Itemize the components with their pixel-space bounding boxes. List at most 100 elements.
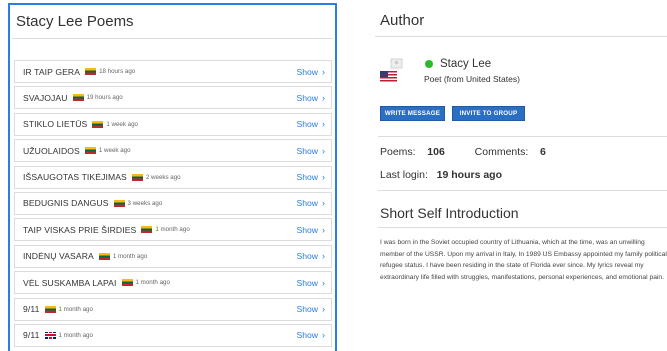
intro-text: I was born in the Soviet occupied countr… [380, 239, 667, 282]
uk-flag-icon [44, 331, 56, 339]
poem-time: 1 week ago [98, 147, 131, 155]
show-label: Show [296, 119, 319, 130]
divider [378, 190, 667, 191]
chevron-right-icon: › [322, 119, 325, 130]
comments-label: Comments: [474, 146, 529, 158]
chevron-right-icon: › [322, 330, 325, 341]
show-button[interactable]: Show › [297, 172, 326, 182]
poem-time: 1 month ago [58, 305, 93, 313]
lithuania-flag-icon [121, 279, 133, 287]
poem-time: 2 weeks ago [145, 173, 181, 181]
poem-title[interactable]: BEDUGNIS DANGUS [23, 198, 109, 208]
author-card: Stacy Lee Poet (from United States) [380, 58, 665, 90]
avatar-placeholder-icon[interactable] [390, 58, 403, 69]
show-button[interactable]: Show › [297, 330, 326, 340]
author-panel: Author Stacy Lee Poet (from United State… [375, 0, 667, 351]
poem-time: 1 week ago [106, 120, 138, 128]
write-message-button[interactable]: WRITE MESSAGE [380, 106, 445, 121]
poems-label: Poems: [380, 146, 416, 158]
intro-heading: Short Self Introduction [380, 205, 519, 221]
chevron-right-icon: › [322, 251, 325, 262]
author-heading: Author [375, 0, 667, 37]
poem-time: 19 hours ago [86, 94, 123, 102]
last-login-label: Last login: [380, 169, 428, 181]
lithuania-flag-icon [84, 147, 96, 155]
poems-panel: Stacy Lee Poems IR TAIP GERA 18 hours ago… [8, 3, 337, 351]
lithuania-flag-icon [85, 68, 97, 75]
author-subtitle: Poet (from United States) [424, 74, 520, 84]
poem-time: 1 month ago [58, 331, 93, 339]
poem-title[interactable]: IŠSAUGOTAS TIKĖJIMAS [23, 172, 127, 182]
chevron-right-icon: › [322, 172, 325, 183]
poem-comment-stats: Poems: 106 Comments: 6 [380, 146, 546, 158]
show-button[interactable]: Show › [297, 225, 326, 235]
author-name[interactable]: Stacy Lee [440, 58, 491, 70]
poem-title[interactable]: 9/11 [23, 330, 40, 340]
lithuania-flag-icon [44, 305, 56, 313]
poem-row[interactable]: UŽUOLAIDOS 1 week ago Show › [14, 139, 332, 163]
chevron-right-icon: › [322, 66, 325, 77]
show-button[interactable]: Show › [297, 146, 326, 156]
chevron-right-icon: › [322, 198, 325, 209]
poem-title[interactable]: IR TAIP GERA [23, 67, 80, 77]
show-label: Show [296, 172, 319, 183]
online-status-icon [425, 60, 433, 68]
poem-time: 1 month ago [155, 226, 190, 234]
lithuania-flag-icon [98, 252, 110, 260]
divider [378, 136, 667, 137]
poem-row[interactable]: 9/11 1 month ago Show › [14, 323, 332, 347]
us-flag-icon [380, 71, 397, 83]
show-label: Show [296, 66, 319, 77]
poem-row[interactable]: IŠSAUGOTAS TIKĖJIMAS 2 weeks ago Show › [14, 165, 332, 189]
invite-to-group-button[interactable]: INVITE TO GROUP [452, 106, 525, 121]
chevron-right-icon: › [322, 224, 325, 235]
lithuania-flag-icon [72, 94, 84, 102]
show-label: Show [296, 277, 319, 288]
chevron-right-icon: › [322, 92, 325, 103]
poem-title[interactable]: INDĖNŲ VASARA [23, 251, 94, 261]
show-label: Show [296, 145, 319, 156]
show-label: Show [296, 198, 319, 209]
show-button[interactable]: Show › [297, 67, 326, 77]
divider [378, 227, 667, 228]
poem-row[interactable]: STIKLO LIETŪS 1 week ago Show › [14, 112, 332, 136]
poem-row[interactable]: INDĖNŲ VASARA 1 month ago Show › [14, 244, 332, 268]
chevron-right-icon: › [322, 304, 325, 315]
comments-count: 6 [540, 146, 546, 158]
show-button[interactable]: Show › [297, 119, 326, 129]
poem-time: 1 month ago [112, 252, 148, 260]
show-label: Show [296, 251, 319, 262]
poem-row[interactable]: BEDUGNIS DANGUS 3 weeks ago Show › [14, 191, 332, 215]
poem-list: IR TAIP GERA 18 hours ago Show › SVAJOJAU 19 … [14, 60, 332, 350]
poem-row[interactable]: SVAJOJAU 19 hours ago Show › [14, 86, 332, 110]
poem-row[interactable]: VĖL SUSKAMBA LAPAI 1 month ago Show › [14, 271, 332, 295]
lithuania-flag-icon [113, 199, 125, 207]
poem-title[interactable]: SVAJOJAU [23, 93, 68, 103]
poem-row[interactable]: TAIP VISKAS PRIE ŠIRDIES 1 month ago Show › [14, 218, 332, 242]
poem-title[interactable]: TAIP VISKAS PRIE ŠIRDIES [23, 225, 136, 235]
last-login-value: 19 hours ago [436, 169, 502, 181]
show-button[interactable]: Show › [297, 278, 326, 288]
poem-title[interactable]: UŽUOLAIDOS [23, 146, 80, 156]
chevron-right-icon: › [322, 145, 325, 156]
poems-count: 106 [427, 146, 445, 158]
poem-title[interactable]: 9/11 [23, 304, 40, 314]
show-label: Show [296, 330, 319, 341]
poem-time: 18 hours ago [99, 68, 136, 75]
show-button[interactable]: Show › [297, 251, 326, 261]
poem-row[interactable]: 9/11 1 month ago Show › [14, 297, 332, 321]
poem-title[interactable]: STIKLO LIETŪS [23, 119, 87, 129]
show-button[interactable]: Show › [297, 93, 326, 103]
show-label: Show [296, 224, 319, 235]
lithuania-flag-icon [92, 120, 104, 128]
show-button[interactable]: Show › [297, 198, 326, 208]
poem-row[interactable]: IR TAIP GERA 18 hours ago Show › [14, 60, 332, 83]
show-button[interactable]: Show › [297, 304, 326, 314]
poem-time: 1 month ago [135, 279, 170, 287]
chevron-right-icon: › [322, 277, 325, 288]
last-login: Last login: 19 hours ago [380, 169, 502, 181]
poem-title[interactable]: VĖL SUSKAMBA LAPAI [23, 278, 117, 288]
poem-time: 3 weeks ago [127, 199, 163, 207]
show-label: Show [296, 92, 319, 103]
show-label: Show [296, 304, 319, 315]
